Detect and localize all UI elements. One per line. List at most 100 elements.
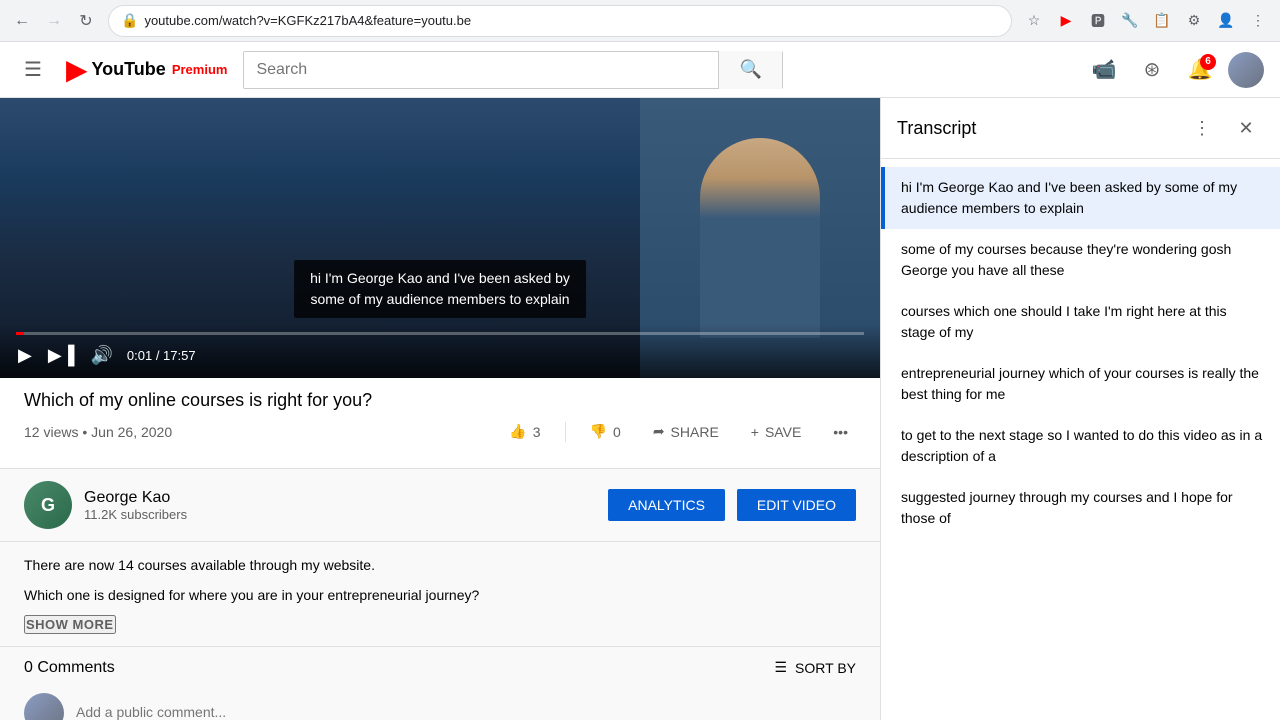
menu-button[interactable]: ☰ (16, 49, 50, 90)
forward-button[interactable]: → (40, 7, 68, 35)
comment-input-row (24, 693, 856, 720)
share-icon: ➦ (653, 423, 665, 440)
like-dislike-separator (565, 422, 566, 442)
sort-label: SORT BY (795, 660, 856, 676)
sort-icon: ☰ (774, 659, 787, 676)
like-icon: 👍 (509, 423, 526, 440)
next-button[interactable]: ▶▐ (46, 343, 77, 368)
refresh-button[interactable]: ↻ (72, 7, 100, 35)
transcript-header: Transcript ⋮ ✕ (881, 98, 1280, 159)
url-text: youtube.com/watch?v=KGFKz217bA4&feature=… (144, 13, 999, 28)
share-button[interactable]: ➦ SHARE (645, 419, 727, 444)
channel-avatar[interactable]: G (24, 481, 72, 529)
person-silhouette (700, 138, 820, 338)
browser-person-button[interactable]: 👤 (1212, 7, 1240, 35)
video-player[interactable]: hi I'm George Kao and I've been asked by… (0, 98, 880, 378)
channel-subscribers: 11.2K subscribers (84, 507, 187, 522)
browser-icons: ☆ ▶ 🅿 🔧 📋 ⚙ 👤 ⋮ (1020, 7, 1272, 35)
more-actions-button[interactable]: ••• (825, 420, 856, 444)
transcript-title: Transcript (897, 118, 976, 139)
sort-button[interactable]: ☰ SORT BY (774, 659, 856, 676)
search-bar: 🔍 (243, 51, 783, 89)
save-icon: + (751, 424, 759, 440)
avatar-image (1228, 52, 1264, 88)
transcript-segment[interactable]: to get to the next stage so I wanted to … (881, 415, 1280, 477)
transcript-segment[interactable]: some of my courses because they're wonde… (881, 229, 1280, 291)
transcript-close-button[interactable]: ✕ (1228, 110, 1264, 146)
lock-icon: 🔒 (121, 12, 138, 29)
comments-count: 0 Comments (24, 659, 115, 677)
dislike-button[interactable]: 👎 0 (582, 419, 629, 444)
video-stats: 12 views • Jun 26, 2020 (24, 424, 172, 440)
save-label: SAVE (765, 424, 801, 440)
back-button[interactable]: ← (8, 7, 36, 35)
like-button[interactable]: 👍 3 (501, 419, 548, 444)
transcript-panel: Transcript ⋮ ✕ hi I'm George Kao and I'v… (880, 98, 1280, 720)
youtube-premium-label: Premium (172, 62, 228, 77)
publish-date: Jun 26, 2020 (91, 424, 172, 440)
video-meta: 12 views • Jun 26, 2020 👍 3 👎 0 (24, 419, 856, 444)
caption-line2: some of my audience members to explain (310, 291, 569, 307)
channel-details: George Kao 11.2K subscribers (84, 489, 187, 522)
address-bar[interactable]: 🔒 youtube.com/watch?v=KGFKz217bA4&featur… (108, 5, 1012, 37)
main-content: hi I'm George Kao and I've been asked by… (0, 98, 1280, 720)
time-total: 17:57 (163, 348, 196, 363)
transcript-segment[interactable]: suggested journey through my courses and… (881, 477, 1280, 539)
caption-overlay: hi I'm George Kao and I've been asked by… (294, 260, 586, 318)
header-actions: 📹 ⊛ 🔔 6 (1084, 50, 1264, 90)
browser-yt-icon[interactable]: ▶ (1052, 7, 1080, 35)
dislike-icon: 👎 (590, 423, 607, 440)
analytics-button[interactable]: ANALYTICS (608, 489, 725, 521)
stats-separator: • (82, 424, 91, 440)
transcript-segment[interactable]: entrepreneurial journey which of your co… (881, 353, 1280, 415)
edit-video-button[interactable]: EDIT VIDEO (737, 489, 856, 521)
comment-input[interactable] (76, 700, 856, 720)
time-separator: / (156, 348, 163, 363)
volume-button[interactable]: 🔊 (88, 343, 114, 368)
progress-bar-container[interactable] (16, 332, 864, 335)
browser-ext3-button[interactable]: 📋 (1148, 7, 1176, 35)
channel-section: G George Kao 11.2K subscribers ANALYTICS… (0, 468, 880, 541)
user-avatar[interactable] (1228, 52, 1264, 88)
transcript-segment[interactable]: courses which one should I take I'm righ… (881, 291, 1280, 353)
notifications-button[interactable]: 🔔 6 (1180, 50, 1220, 90)
search-input[interactable] (244, 52, 718, 88)
channel-name[interactable]: George Kao (84, 489, 187, 507)
video-info: Which of my online courses is right for … (0, 378, 880, 468)
video-actions: 👍 3 👎 0 ➦ SHARE + SAVE (501, 419, 856, 444)
description-line2: Which one is designed for where you are … (24, 584, 856, 606)
transcript-segment[interactable]: hi I'm George Kao and I've been asked by… (881, 167, 1280, 229)
video-controls: ▶ ▶▐ 🔊 0:01 / 17:57 (0, 324, 880, 378)
browser-menu-button[interactable]: ⋮ (1244, 7, 1272, 35)
more-icon: ••• (833, 424, 848, 440)
comments-section: 0 Comments ☰ SORT BY (0, 646, 880, 720)
browser-ext2-button[interactable]: 🔧 (1116, 7, 1144, 35)
browser-ext1-button[interactable]: 🅿 (1084, 7, 1112, 35)
dislike-count: 0 (613, 424, 621, 440)
play-button[interactable]: ▶ (16, 343, 34, 368)
nav-buttons: ← → ↻ (8, 7, 100, 35)
progress-bar-fill (16, 332, 24, 335)
transcript-more-button[interactable]: ⋮ (1184, 110, 1220, 146)
description-text: There are now 14 courses available throu… (24, 554, 856, 607)
controls-row: ▶ ▶▐ 🔊 0:01 / 17:57 (16, 343, 864, 368)
youtube-logo[interactable]: ▶ YouTube Premium (66, 53, 228, 86)
browser-ext4-button[interactable]: ⚙ (1180, 7, 1208, 35)
comment-user-avatar (24, 693, 64, 720)
views-count: 12 views (24, 424, 78, 440)
browser-star-button[interactable]: ☆ (1020, 7, 1048, 35)
upload-button[interactable]: 📹 (1084, 50, 1124, 90)
time-display: 0:01 / 17:57 (127, 348, 196, 363)
transcript-header-actions: ⋮ ✕ (1184, 110, 1264, 146)
search-button[interactable]: 🔍 (718, 51, 782, 89)
save-button[interactable]: + SAVE (743, 420, 810, 444)
apps-button[interactable]: ⊛ (1132, 50, 1172, 90)
video-section: hi I'm George Kao and I've been asked by… (0, 98, 880, 720)
caption-line1: hi I'm George Kao and I've been asked by (310, 270, 570, 286)
browser-chrome: ← → ↻ 🔒 youtube.com/watch?v=KGFKz217bA4&… (0, 0, 1280, 42)
video-title: Which of my online courses is right for … (24, 390, 856, 411)
show-more-button[interactable]: SHOW MORE (24, 615, 116, 634)
youtube-logo-text: YouTube (91, 59, 165, 80)
time-current: 0:01 (127, 348, 152, 363)
transcript-body: hi I'm George Kao and I've been asked by… (881, 159, 1280, 720)
